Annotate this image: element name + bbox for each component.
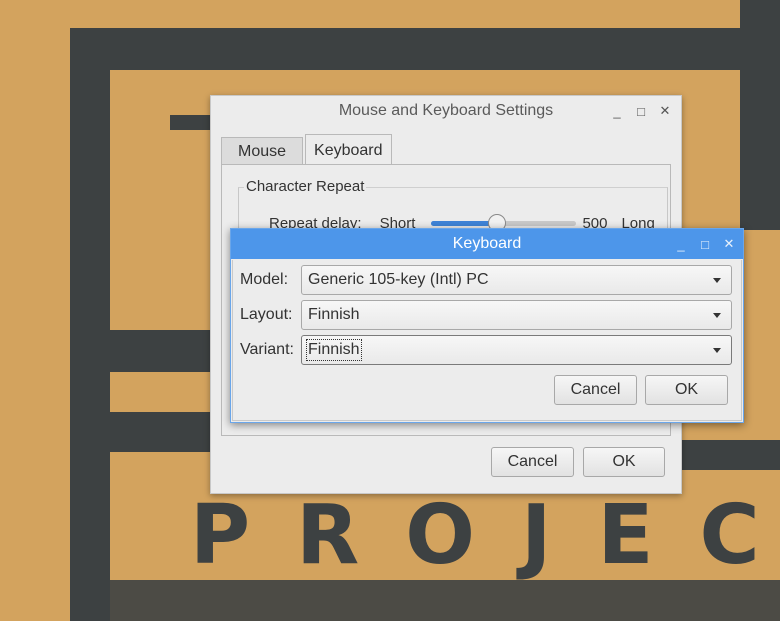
model-label: Model: [240,271,289,288]
character-repeat-label: Character Repeat [244,178,367,195]
keyboard-cancel-button[interactable]: Cancel [554,375,637,405]
layout-row: Layout: Finnish [240,300,732,330]
keyboard-dialog: Keyboard _ □ ✕ Model: Generic 105-key (I… [230,228,744,423]
main-ok-button[interactable]: OK [583,447,665,477]
layout-select[interactable]: Finnish [301,300,732,330]
minimize-icon[interactable]: _ [605,104,629,119]
model-select[interactable]: Generic 105-key (Intl) PC [301,265,732,295]
close-icon[interactable]: ✕ [717,236,741,252]
variant-label: Variant: [240,341,294,358]
maximize-icon[interactable]: □ [693,237,717,252]
main-window-title: Mouse and Keyboard Settings [338,102,554,119]
keyboard-dialog-body: Model: Generic 105-key (Intl) PC Layout:… [231,260,742,422]
wallpaper-text: PROJECTS [190,488,780,583]
dropdown-arrow-icon [713,348,721,353]
variant-row: Variant: Finnish [240,335,732,365]
tab-mouse[interactable]: Mouse [221,137,304,166]
dropdown-arrow-icon [713,278,721,283]
variant-value: Finnish [306,339,362,361]
keyboard-ok-button[interactable]: OK [645,375,728,405]
keyboard-titlebar[interactable]: Keyboard _ □ ✕ [231,229,743,259]
settings-tabs: Mouse Keyboard [221,133,394,167]
main-cancel-button[interactable]: Cancel [491,447,574,477]
layout-value: Finnish [308,306,360,323]
layout-label: Layout: [240,306,293,323]
model-value: Generic 105-key (Intl) PC [308,271,489,288]
model-row: Model: Generic 105-key (Intl) PC [240,265,732,295]
minimize-icon[interactable]: _ [669,237,693,252]
maximize-icon[interactable]: □ [629,104,653,119]
main-titlebar[interactable]: Mouse and Keyboard Settings _ □ ✕ [211,96,681,126]
variant-select[interactable]: Finnish [301,335,732,365]
keyboard-dialog-title: Keyboard [452,235,522,252]
tab-keyboard[interactable]: Keyboard [305,134,392,167]
dropdown-arrow-icon [713,313,721,318]
close-icon[interactable]: ✕ [653,103,677,119]
slider-fill [431,221,497,226]
